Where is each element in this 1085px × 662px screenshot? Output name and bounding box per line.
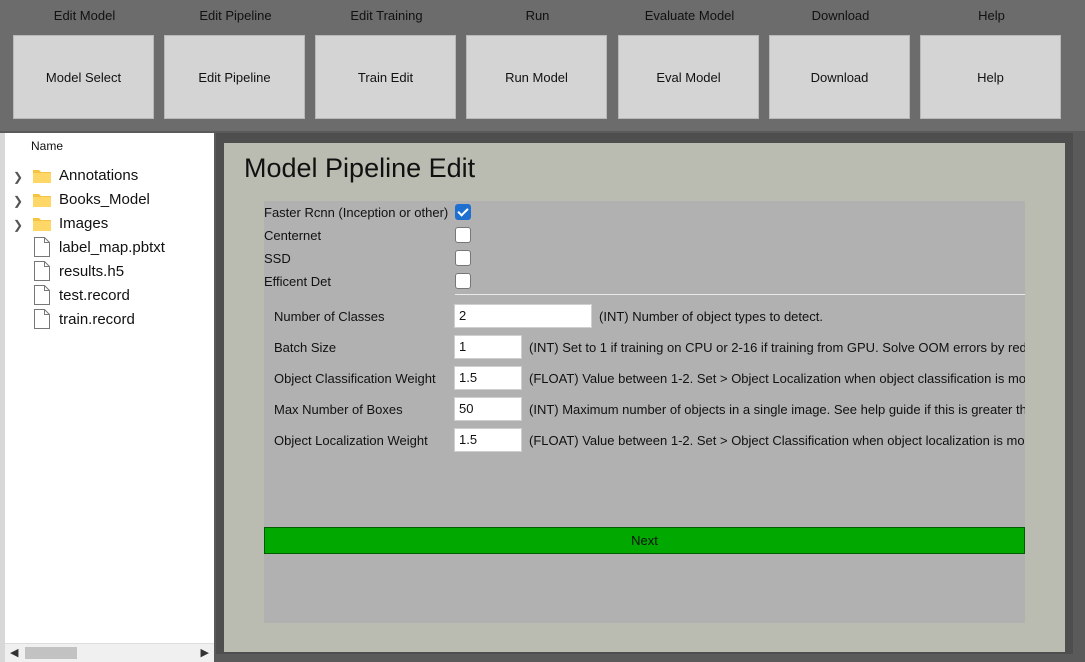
max-number-of-boxes-input[interactable]: 50 xyxy=(454,397,522,421)
param-row-batch-size: Batch Size 1 (INT) Set to 1 if training … xyxy=(264,335,1025,359)
menu-label-evaluate-model[interactable]: Evaluate Model xyxy=(618,8,761,23)
menu-label-edit-pipeline[interactable]: Edit Pipeline xyxy=(164,8,307,23)
param-label: Batch Size xyxy=(274,340,337,355)
folder-icon xyxy=(33,218,51,231)
tree-item-train-record[interactable]: train.record xyxy=(5,309,214,333)
param-help-text: (FLOAT) Value between 1-2. Set > Object … xyxy=(529,371,1025,386)
scroll-left-icon[interactable]: ◀ xyxy=(10,646,18,659)
object-classification-weight-input[interactable]: 1.5 xyxy=(454,366,522,390)
model-option-centernet[interactable]: Centernet xyxy=(264,226,1024,246)
pipeline-form: Faster Rcnn (Inception or other) Centern… xyxy=(264,201,1025,623)
chevron-right-icon[interactable]: ❯ xyxy=(13,218,23,232)
tree-item-label: train.record xyxy=(59,311,135,328)
model-option-faster-rcnn[interactable]: Faster Rcnn (Inception or other) xyxy=(264,203,1024,223)
tree-item-images[interactable]: ❯ Images xyxy=(5,213,214,237)
param-help-text: (FLOAT) Value between 1-2. Set > Object … xyxy=(529,433,1025,448)
tree-item-test-record[interactable]: test.record xyxy=(5,285,214,309)
model-option-efficent-det[interactable]: Efficent Det xyxy=(264,272,1024,292)
param-label: Number of Classes xyxy=(274,309,385,324)
menu-label-help[interactable]: Help xyxy=(920,8,1063,23)
object-localization-weight-input[interactable]: 1.5 xyxy=(454,428,522,452)
next-button[interactable]: Next xyxy=(264,527,1025,554)
faster-rcnn-checkbox[interactable] xyxy=(455,204,471,220)
tree-item-label: results.h5 xyxy=(59,263,125,280)
tree-item-books-model[interactable]: ❯ Books_Model xyxy=(5,189,214,213)
tree-item-label: Annotations xyxy=(59,167,139,184)
tree-item-results[interactable]: results.h5 xyxy=(5,261,214,285)
checkbox-label: Centernet xyxy=(264,228,322,243)
param-label: Object Classification Weight xyxy=(274,371,436,386)
menu-label-edit-model[interactable]: Edit Model xyxy=(13,8,156,23)
folder-icon xyxy=(33,194,51,207)
scrollbar-thumb[interactable] xyxy=(25,647,77,659)
help-button[interactable]: Help xyxy=(920,35,1061,119)
download-button[interactable]: Download xyxy=(769,35,910,119)
checkbox-label: SSD xyxy=(264,251,291,266)
file-icon xyxy=(34,285,50,305)
folder-icon xyxy=(33,170,51,183)
param-help-text: (INT) Number of object types to detect. xyxy=(599,309,823,324)
pipeline-edit-panel: Model Pipeline Edit Faster Rcnn (Incepti… xyxy=(224,143,1065,652)
param-row-number-of-classes: Number of Classes 2 (INT) Number of obje… xyxy=(264,304,1025,328)
model-option-ssd[interactable]: SSD xyxy=(264,249,1024,269)
scroll-right-icon[interactable]: ▶ xyxy=(201,646,209,659)
chevron-right-icon[interactable]: ❯ xyxy=(13,170,23,184)
chevron-right-icon[interactable]: ❯ xyxy=(13,194,23,208)
param-help-text: (INT) Set to 1 if training on CPU or 2-1… xyxy=(529,340,1025,355)
tree-item-label: Books_Model xyxy=(59,191,150,208)
param-row-max-number-of-boxes: Max Number of Boxes 50 (INT) Maximum num… xyxy=(264,397,1025,421)
param-label: Max Number of Boxes xyxy=(274,402,403,417)
main-panel: Model Pipeline Edit Faster Rcnn (Incepti… xyxy=(216,133,1073,654)
checkbox-label: Efficent Det xyxy=(264,274,331,289)
param-help-text: (INT) Maximum number of objects in a sin… xyxy=(529,402,1025,417)
file-icon xyxy=(34,309,50,329)
checkbox-label: Faster Rcnn (Inception or other) xyxy=(264,205,449,220)
menu-label-run[interactable]: Run xyxy=(466,8,609,23)
tree-item-label: test.record xyxy=(59,287,130,304)
run-model-button[interactable]: Run Model xyxy=(466,35,607,119)
tree-item-label-map[interactable]: label_map.pbtxt xyxy=(5,237,214,261)
tree-item-label: label_map.pbtxt xyxy=(59,239,165,256)
section-divider xyxy=(455,294,1025,295)
menu-label-download[interactable]: Download xyxy=(769,8,912,23)
file-tree: Name ❯ Annotations ❯ Books_Model ❯ Image… xyxy=(5,133,214,662)
param-row-object-classification-weight: Object Classification Weight 1.5 (FLOAT)… xyxy=(264,366,1025,390)
file-icon xyxy=(34,237,50,257)
name-column-header[interactable]: Name xyxy=(31,139,63,153)
centernet-checkbox[interactable] xyxy=(455,227,471,243)
file-icon xyxy=(34,261,50,281)
tree-item-annotations[interactable]: ❯ Annotations xyxy=(5,165,214,189)
page-title: Model Pipeline Edit xyxy=(244,153,476,183)
tree-item-label: Images xyxy=(59,215,109,232)
ssd-checkbox[interactable] xyxy=(455,250,471,266)
efficent-det-checkbox[interactable] xyxy=(455,273,471,289)
menu-label-edit-training[interactable]: Edit Training xyxy=(315,8,458,23)
horizontal-scrollbar[interactable]: ◀ ▶ xyxy=(5,643,214,662)
top-toolbar: Edit Model Model Select Edit Pipeline Ed… xyxy=(0,0,1085,131)
param-label: Object Localization Weight xyxy=(274,433,428,448)
param-row-object-localization-weight: Object Localization Weight 1.5 (FLOAT) V… xyxy=(264,428,1025,452)
number-of-classes-input[interactable]: 2 xyxy=(454,304,592,328)
batch-size-input[interactable]: 1 xyxy=(454,335,522,359)
edit-pipeline-button[interactable]: Edit Pipeline xyxy=(164,35,305,119)
eval-model-button[interactable]: Eval Model xyxy=(618,35,759,119)
model-select-button[interactable]: Model Select xyxy=(13,35,154,119)
train-edit-button[interactable]: Train Edit xyxy=(315,35,456,119)
